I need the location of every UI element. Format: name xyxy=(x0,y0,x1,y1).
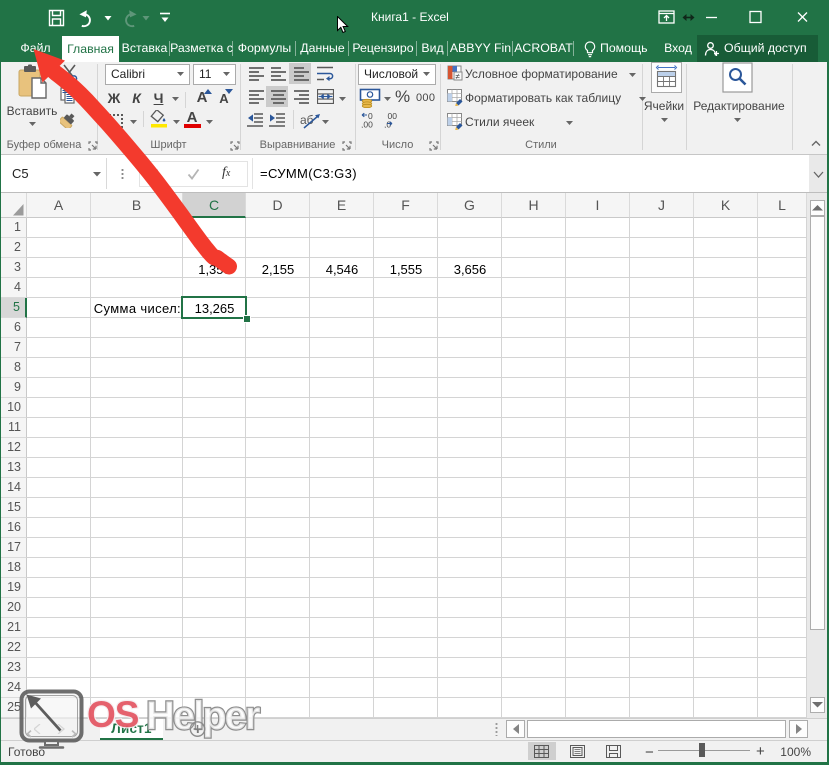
svg-text:OS: OS xyxy=(87,694,139,735)
svg-text:Helper: Helper xyxy=(146,694,260,738)
